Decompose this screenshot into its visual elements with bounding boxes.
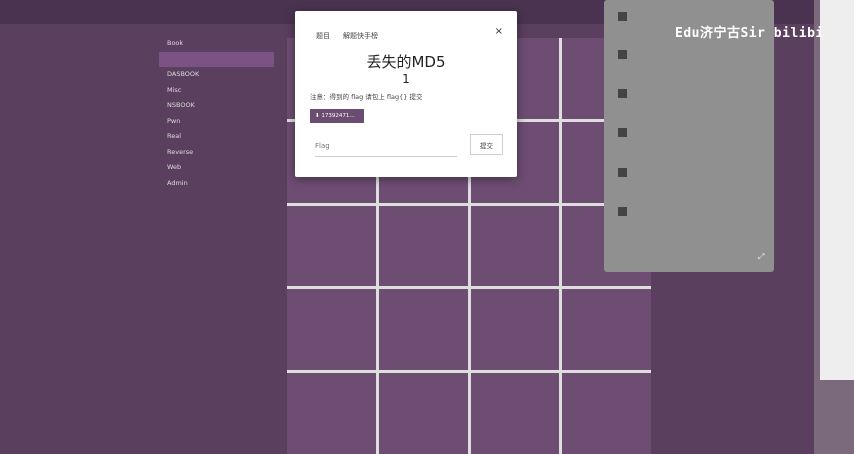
challenge-tile[interactable] [470, 205, 560, 287]
tab-solves[interactable]: 解题快手榜 [343, 31, 378, 41]
challenge-tile[interactable] [287, 205, 376, 287]
modal-tabs: 题目 解题快手榜 [316, 31, 378, 41]
sidebar-item-active[interactable] [159, 51, 274, 67]
download-item[interactable] [618, 124, 768, 160]
file-icon [618, 168, 627, 177]
submit-button[interactable]: 提交 [470, 134, 503, 155]
flag-notice: 注意：得到的 flag 请包上 flag{} 提交 [310, 93, 423, 101]
challenge-tile[interactable] [562, 373, 651, 454]
file-icon [618, 12, 627, 21]
sidebar-item-web[interactable]: Web [159, 160, 274, 176]
challenge-tile[interactable] [378, 205, 468, 287]
file-icon [618, 207, 627, 216]
sidebar-item-dasbook[interactable]: DASBOOK [159, 67, 274, 83]
challenge-tile[interactable] [378, 373, 468, 454]
video-watermark: Edu济宁古Sir bilibi [675, 26, 824, 41]
tab-challenge[interactable]: 题目 [316, 31, 330, 41]
download-item[interactable] [618, 203, 768, 239]
download-item[interactable] [618, 46, 768, 82]
download-item[interactable] [618, 85, 768, 121]
file-icon [618, 50, 627, 59]
sidebar-item-misc[interactable]: Misc [159, 83, 274, 99]
sidebar-item-reverse[interactable]: Reverse [159, 145, 274, 161]
file-icon [618, 89, 627, 98]
challenge-modal: 题目 解题快手榜 × 丢失的MD5 1 注意：得到的 flag 请包上 flag… [295, 11, 517, 177]
challenge-tile[interactable] [287, 373, 376, 454]
sidebar-item-admin[interactable]: Admin [159, 176, 274, 192]
attachment-download-button[interactable]: ⬇ 17392471... [310, 109, 364, 123]
close-icon[interactable]: × [495, 26, 503, 37]
download-item[interactable] [618, 164, 768, 200]
challenge-title: 丢失的MD5 [366, 53, 446, 71]
challenge-score: 1 [402, 72, 410, 86]
page: Book DASBOOK Misc NSBOOK Pwn Real Revers… [0, 0, 854, 454]
sidebar-item-book[interactable]: Book [159, 36, 274, 52]
challenge-tile[interactable] [470, 289, 560, 371]
sidebar-item-real[interactable]: Real [159, 129, 274, 145]
challenge-tile[interactable] [470, 373, 560, 454]
challenge-tile[interactable] [287, 289, 376, 371]
browser-side-area [814, 0, 854, 454]
flag-input[interactable] [315, 135, 457, 157]
challenge-tile[interactable] [562, 289, 651, 371]
side-card [820, 0, 854, 380]
challenge-tile[interactable] [378, 289, 468, 371]
expand-icon[interactable]: ⤢ [758, 252, 764, 262]
sidebar-item-pwn[interactable]: Pwn [159, 114, 274, 130]
file-icon [618, 128, 627, 137]
sidebar-item-nsbook[interactable]: NSBOOK [159, 98, 274, 114]
attachment-name: 17392471... [321, 113, 355, 119]
category-sidebar: Book DASBOOK Misc NSBOOK Pwn Real Revers… [159, 36, 274, 191]
